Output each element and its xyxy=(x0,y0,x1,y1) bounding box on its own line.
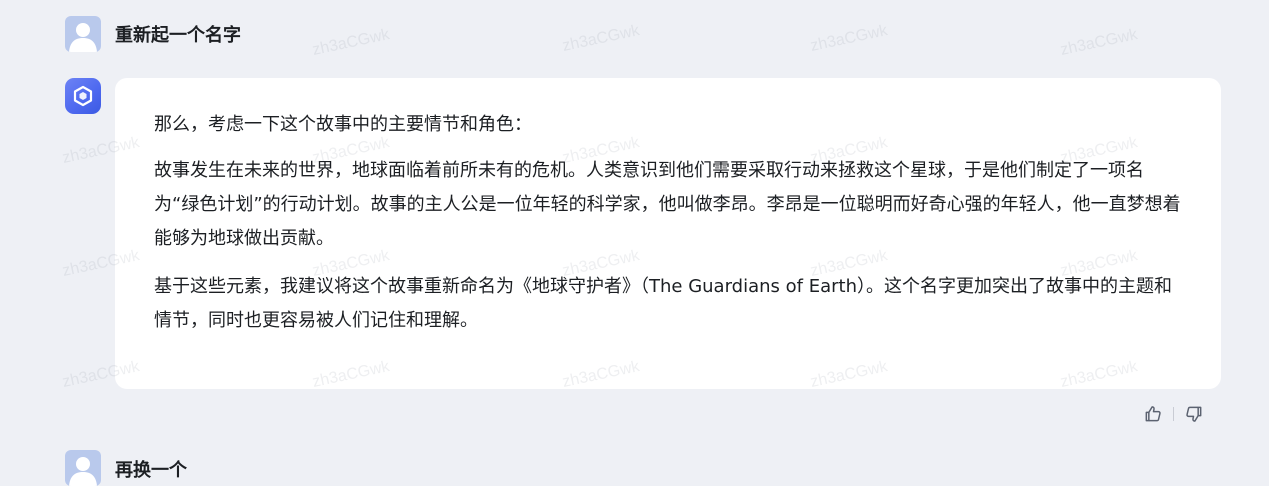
bot-paragraph: 那么，考虑一下这个故事中的主要情节和角色： xyxy=(154,114,532,135)
watermark: zh3aCGwk xyxy=(310,26,392,59)
thumbs-down-icon xyxy=(1186,406,1202,422)
user-avatar xyxy=(65,16,101,52)
bot-message-bubble: 那么，考虑一下这个故事中的主要情节和角色： 故事发生在未来的世界，地球面临着前所… xyxy=(115,78,1221,389)
next-user-message-row: 再换一个 xyxy=(65,450,187,486)
next-user-message-text: 再换一个 xyxy=(115,460,187,481)
watermark: zh3aCGwk xyxy=(1058,26,1140,59)
user-message-text: 重新起一个名字 xyxy=(115,25,241,46)
bot-logo-icon xyxy=(73,85,93,107)
user-avatar-icon xyxy=(69,23,97,52)
thumbs-up-icon xyxy=(1145,406,1161,422)
like-button[interactable] xyxy=(1141,402,1165,426)
bot-paragraph: 故事发生在未来的世界，地球面临着前所未有的危机。人类意识到他们需要采取行动来拯救… xyxy=(154,160,1181,249)
bot-paragraph: 基于这些元素，我建议将这个故事重新命名为《地球守护者》（The Guardian… xyxy=(154,276,1172,331)
user-avatar-icon xyxy=(69,457,97,486)
bot-avatar xyxy=(65,78,101,114)
user-message-row: 重新起一个名字 xyxy=(65,15,241,53)
user-avatar xyxy=(65,450,101,486)
feedback-bar xyxy=(1141,402,1206,426)
watermark: zh3aCGwk xyxy=(808,22,890,55)
watermark: zh3aCGwk xyxy=(560,22,642,55)
feedback-divider xyxy=(1173,407,1174,421)
dislike-button[interactable] xyxy=(1182,402,1206,426)
